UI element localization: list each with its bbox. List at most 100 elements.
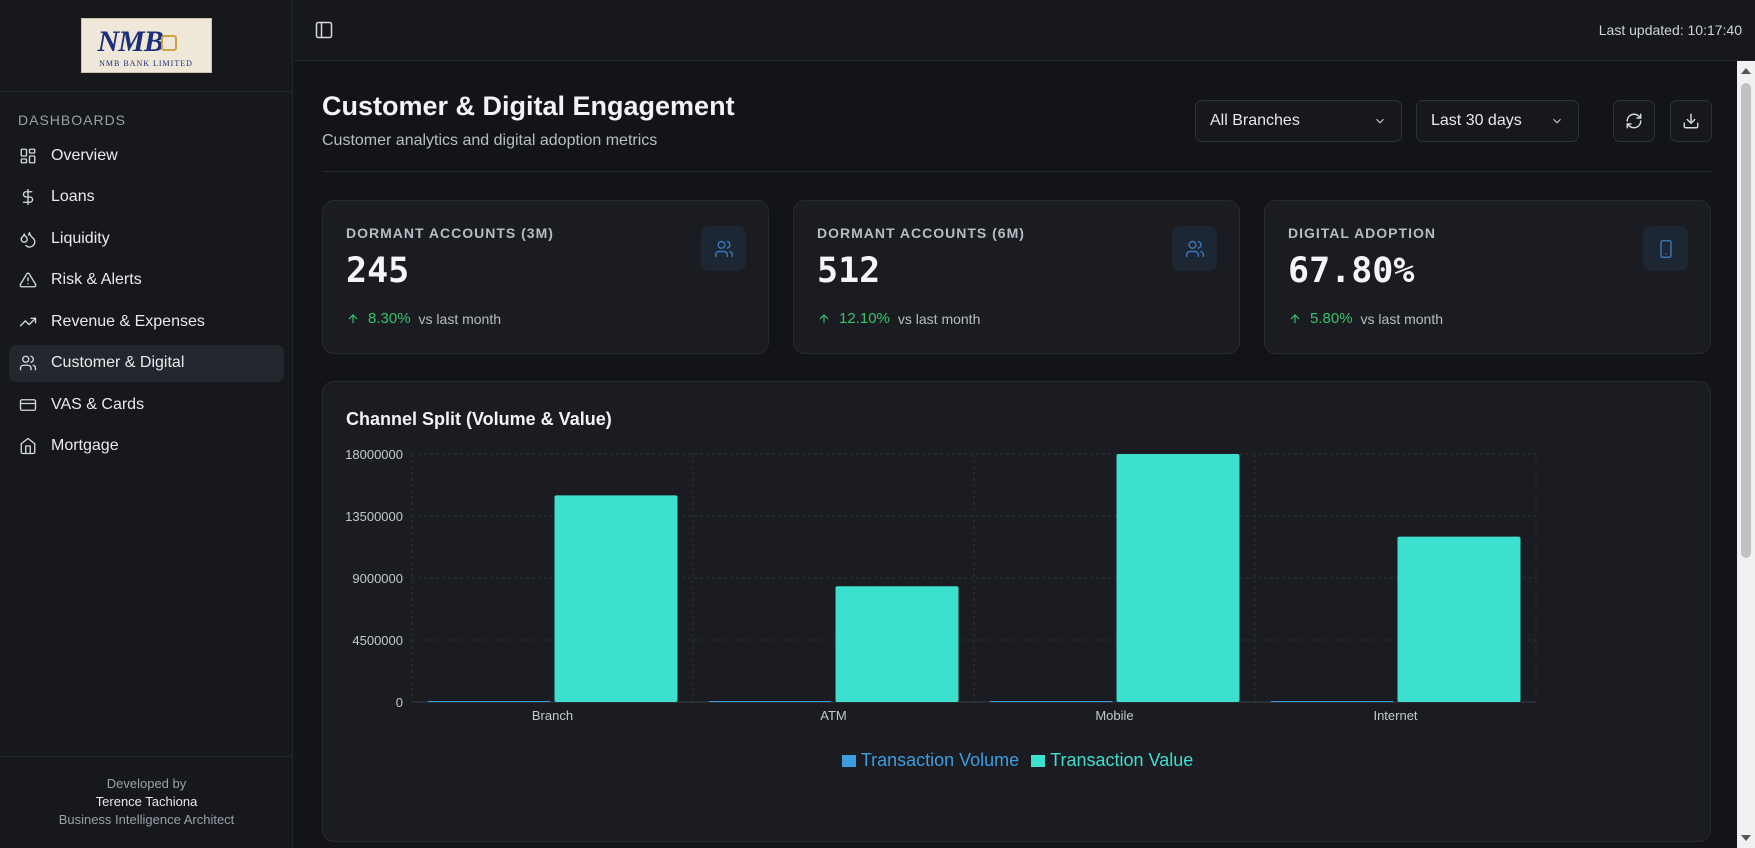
layout-grid-icon: [19, 147, 37, 165]
kpi-trend: 12.10% vs last month: [817, 310, 980, 327]
sidebar-item-label: Revenue & Expenses: [51, 312, 205, 330]
refresh-icon: [1625, 112, 1643, 130]
bar-transaction-value: [1397, 536, 1521, 702]
sidebar-item-label: VAS & Cards: [51, 395, 145, 413]
droplets-icon: [19, 230, 37, 248]
bar-transaction-value: [554, 495, 678, 702]
kpi-label: DORMANT ACCOUNTS (3M): [346, 225, 554, 241]
nav-section-title: DASHBOARDS: [18, 112, 127, 128]
logo-area: NMB NMB BANK LIMITED: [0, 0, 292, 92]
trending-up-icon: [19, 313, 37, 331]
chart-plot: 0 4500000 9000000 13500000 18000000 Branch ATM…: [345, 447, 1537, 723]
x-tick-label: Mobile: [1095, 708, 1133, 723]
download-icon: [1682, 112, 1700, 130]
sidebar-item-revenue-expenses[interactable]: Revenue & Expenses: [9, 303, 284, 340]
footer-author: Terence Tachiona: [95, 794, 198, 809]
bar-transaction-volume: [989, 701, 1113, 702]
channel-split-chart: Channel Split (Volume & Value) 0 4500000 9…: [322, 381, 1711, 842]
scroll-up-arrow[interactable]: [1741, 68, 1751, 74]
sidebar-item-label: Overview: [51, 146, 118, 164]
home-icon: [19, 437, 37, 455]
sidebar-toggle-icon[interactable]: [314, 20, 334, 40]
credit-card-icon: [19, 396, 37, 414]
arrow-up-icon: [819, 313, 829, 323]
top-bar: Last updated: 10:17:40: [294, 0, 1755, 61]
x-tick-label: ATM: [820, 708, 846, 723]
legend-item-value[interactable]: Transaction Value: [1031, 750, 1193, 771]
period-select-value: Last 30 days: [1431, 112, 1522, 129]
legend-label: Transaction Value: [1050, 750, 1194, 770]
legend-label: Transaction Volume: [860, 750, 1020, 770]
sidebar-item-label: Mortgage: [51, 437, 119, 454]
main-content: Customer & Digital Engagement Customer a…: [294, 61, 1736, 848]
sidebar-nav: Overview Loans Liquidity Risk & Alerts R…: [9, 137, 284, 469]
sidebar-item-loans[interactable]: Loans: [9, 179, 284, 216]
kpi-value: 512: [817, 251, 881, 291]
page-title: Customer & Digital Engagement: [322, 91, 735, 121]
users-icon: [1172, 226, 1217, 271]
kpi-compare: vs last month: [418, 310, 502, 327]
kpi-change-value: 5.80%: [1310, 310, 1353, 327]
header-divider: [322, 171, 1711, 172]
period-select[interactable]: Last 30 days: [1416, 100, 1579, 142]
kpi-value: 245: [346, 251, 410, 291]
kpi-compare: vs last month: [897, 310, 981, 327]
y-tick-label: 4500000: [352, 633, 403, 648]
sidebar-item-liquidity[interactable]: Liquidity: [9, 220, 284, 257]
footer-developed-by: Developed by: [106, 776, 187, 791]
kpi-value: 67.80%: [1288, 251, 1415, 291]
logo-name: NMB BANK LIMITED: [99, 59, 193, 68]
footer-role: Business Intelligence Architect: [58, 812, 235, 827]
sidebar-footer: Developed by Terence Tachiona Business I…: [0, 756, 293, 848]
sidebar-item-risk-alerts[interactable]: Risk & Alerts: [9, 262, 284, 299]
page-scrollbar[interactable]: [1737, 61, 1755, 848]
sidebar-item-label: Loans: [51, 188, 95, 205]
y-tick-label: 13500000: [345, 509, 403, 524]
users-icon: [19, 354, 37, 372]
branch-select[interactable]: All Branches: [1195, 100, 1402, 142]
last-updated: Last updated: 10:17:40: [1598, 22, 1742, 38]
users-icon: [701, 226, 746, 271]
bar-transaction-value: [835, 586, 959, 702]
smartphone-icon: [1643, 226, 1688, 271]
warning-icon: [19, 271, 37, 289]
kpi-change-value: 8.30%: [368, 310, 411, 327]
x-tick-label: Internet: [1373, 708, 1417, 723]
sidebar-item-customer-digital[interactable]: Customer & Digital: [9, 344, 284, 382]
download-button[interactable]: [1670, 100, 1712, 142]
kpi-change: 8.30%: [346, 310, 411, 327]
bar-transaction-volume: [1270, 701, 1394, 702]
bar-transaction-volume: [427, 701, 551, 702]
chevron-down-icon: [1373, 114, 1387, 128]
sidebar-item-label: Liquidity: [51, 229, 110, 247]
y-tick-label: 0: [396, 695, 403, 710]
chart-legend: Transaction Volume Transaction Value: [323, 750, 1712, 771]
y-tick-label: 18000000: [345, 447, 403, 462]
scroll-thumb[interactable]: [1741, 83, 1751, 558]
kpi-change: 5.80%: [1288, 310, 1353, 327]
arrow-up-icon: [1290, 313, 1300, 323]
kpi-label: DIGITAL ADOPTION: [1288, 225, 1436, 241]
kpi-change: 12.10%: [817, 310, 890, 327]
chevron-down-icon: [1550, 114, 1564, 128]
page-subtitle: Customer analytics and digital adoption …: [322, 132, 658, 149]
sidebar-item-vas-cards[interactable]: VAS & Cards: [9, 386, 284, 423]
kpi-card-dormant-6m: DORMANT ACCOUNTS (6M) 512 12.10% vs last…: [793, 200, 1240, 354]
scroll-down-arrow[interactable]: [1741, 835, 1751, 841]
dollar-icon: [19, 188, 37, 206]
kpi-change-value: 12.10%: [839, 310, 890, 327]
kpi-card-dormant-3m: DORMANT ACCOUNTS (3M) 245 8.30% vs last …: [322, 200, 769, 354]
y-tick-label: 9000000: [352, 571, 403, 586]
kpi-card-digital-adoption: DIGITAL ADOPTION 67.80% 5.80% vs last mo…: [1264, 200, 1711, 354]
bank-logo[interactable]: NMB NMB BANK LIMITED: [80, 18, 212, 73]
sidebar-item-mortgage[interactable]: Mortgage: [9, 428, 284, 465]
legend-swatch: [841, 754, 856, 767]
kpi-trend: 8.30% vs last month: [346, 310, 501, 327]
branch-select-value: All Branches: [1210, 112, 1300, 129]
sidebar-item-overview[interactable]: Overview: [9, 137, 284, 174]
legend-item-volume[interactable]: Transaction Volume: [841, 750, 1020, 771]
bar-transaction-value: [1116, 454, 1240, 702]
sidebar: NMB NMB BANK LIMITED DASHBOARDS Overview…: [0, 0, 293, 848]
kpi-compare: vs last month: [1360, 310, 1444, 327]
refresh-button[interactable]: [1613, 100, 1655, 142]
